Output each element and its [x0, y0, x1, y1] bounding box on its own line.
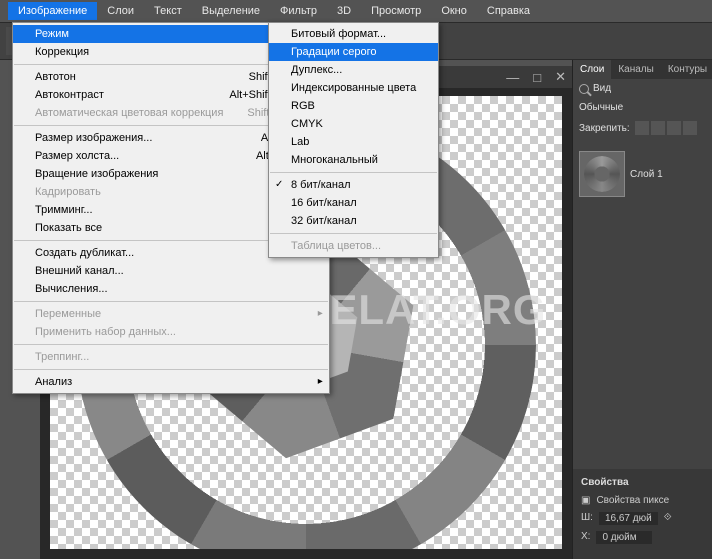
panel-tab-1[interactable]: Каналы	[611, 60, 661, 79]
menu-item: Переменные	[13, 305, 329, 323]
menu-item[interactable]: Градации серого	[269, 43, 438, 61]
menu-справка[interactable]: Справка	[477, 2, 540, 20]
properties-pixel-row: ▣ Свойства пиксе	[573, 492, 712, 509]
layer-row[interactable]: Слой 1	[573, 147, 712, 201]
search-icon	[579, 84, 589, 94]
menu-item: Таблица цветов...	[269, 237, 438, 255]
link-icon[interactable]: ⟐	[664, 512, 672, 525]
properties-panel: Свойства ▣ Свойства пиксе Ш: 16,67 дюй ⟐…	[573, 469, 712, 559]
menu-окно[interactable]: Окно	[431, 2, 477, 20]
menu-фильтр[interactable]: Фильтр	[270, 2, 327, 20]
menu-выделение[interactable]: Выделение	[192, 2, 270, 20]
properties-title: Свойства	[573, 473, 712, 492]
menu-item[interactable]: Анализ	[13, 373, 329, 391]
menu-слои[interactable]: Слои	[97, 2, 144, 20]
filter-label: Вид	[593, 83, 611, 94]
panel-tabs: СлоиКаналыКонтуры	[573, 60, 712, 79]
minimize-button[interactable]: —	[506, 70, 519, 85]
restore-button[interactable]: □	[533, 70, 541, 85]
blend-mode[interactable]: Обычные	[573, 98, 712, 117]
width-row: Ш: 16,67 дюй ⟐	[573, 509, 712, 528]
x-label: X:	[581, 531, 590, 544]
menu-item[interactable]: CMYK	[269, 115, 438, 133]
image-icon: ▣	[581, 495, 590, 506]
width-label: Ш:	[581, 512, 593, 525]
menu-текст[interactable]: Текст	[144, 2, 192, 20]
panel-tab-2[interactable]: Контуры	[661, 60, 712, 79]
menubar: ИзображениеСлоиТекстВыделениеФильтр3DПро…	[0, 0, 712, 22]
blend-mode-label: Обычные	[579, 102, 623, 113]
menu-item[interactable]: Многоканальный	[269, 151, 438, 169]
layer-thumbnail	[579, 151, 625, 197]
menu-item: Треппинг...	[13, 348, 329, 366]
lock-icons[interactable]	[635, 121, 697, 135]
menu-item[interactable]: Внешний канал...	[13, 262, 329, 280]
x-value[interactable]: 0 дюйм	[596, 531, 652, 544]
menu-item[interactable]: RGB	[269, 97, 438, 115]
menu-item: Применить набор данных...	[13, 323, 329, 341]
lock-row: Закрепить:	[573, 117, 712, 139]
properties-pixel-label: Свойства пиксе	[596, 495, 669, 506]
width-value[interactable]: 16,67 дюй	[599, 512, 658, 525]
menu-item[interactable]: Дуплекс...	[269, 61, 438, 79]
menu-изображение[interactable]: Изображение	[8, 2, 97, 20]
menu-item[interactable]: 32 бит/канал	[269, 212, 438, 230]
x-row: X: 0 дюйм	[573, 528, 712, 547]
menu-item[interactable]: Битовый формат...	[269, 25, 438, 43]
menu-item[interactable]: Lab	[269, 133, 438, 151]
right-panels: СлоиКаналыКонтуры Вид Обычные Закрепить:…	[572, 60, 712, 559]
layer-filter[interactable]: Вид	[573, 79, 712, 98]
close-button[interactable]: ✕	[555, 69, 566, 85]
menu-item[interactable]: Индексированные цвета	[269, 79, 438, 97]
lock-label: Закрепить:	[579, 123, 630, 134]
menu-item[interactable]: 16 бит/канал	[269, 194, 438, 212]
layer-name: Слой 1	[630, 169, 663, 180]
menu-3d[interactable]: 3D	[327, 2, 361, 20]
menu-item[interactable]: Вычисления...	[13, 280, 329, 298]
menu-item[interactable]: 8 бит/канал	[269, 176, 438, 194]
panel-tab-0[interactable]: Слои	[573, 60, 611, 79]
menu-просмотр[interactable]: Просмотр	[361, 2, 431, 20]
